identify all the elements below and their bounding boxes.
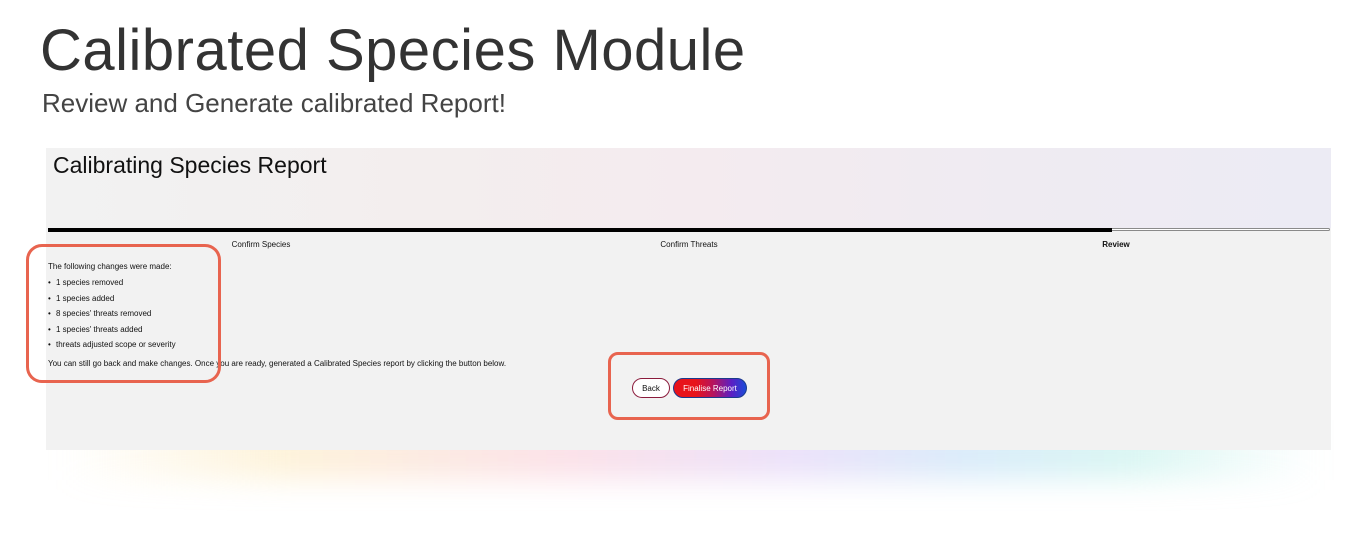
changes-highlight-box	[26, 244, 221, 383]
step-confirm-threats[interactable]: Confirm Threats	[660, 240, 717, 249]
step-confirm-species[interactable]: Confirm Species	[232, 240, 291, 249]
card-header: Calibrating Species Report	[46, 148, 1331, 228]
buttons-highlight-box	[608, 352, 770, 420]
progress-fill	[48, 228, 1112, 232]
page-subtitle: Review and Generate calibrated Report!	[42, 88, 506, 118]
card-title: Calibrating Species Report	[53, 152, 327, 178]
step-review[interactable]: Review	[1102, 240, 1130, 249]
page-title: Calibrated Species Module	[40, 18, 746, 83]
